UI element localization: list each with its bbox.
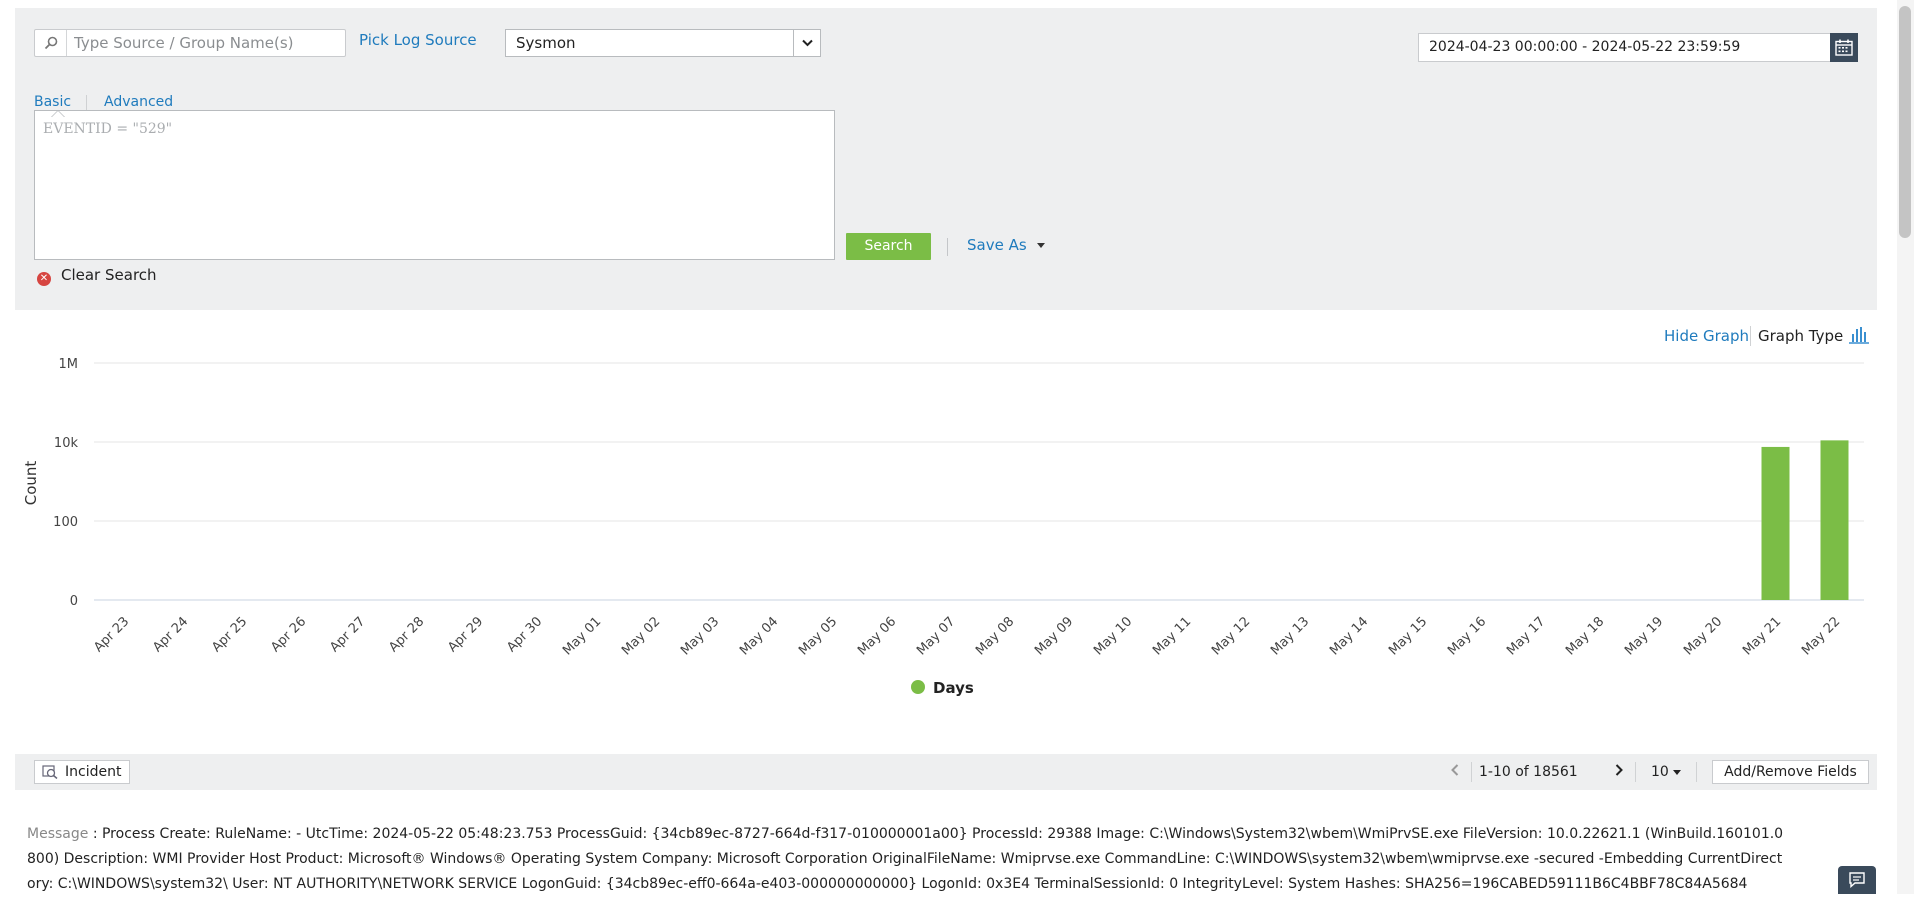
x-tick-label: May 22 xyxy=(1799,614,1843,658)
scrollbar-thumb[interactable] xyxy=(1899,6,1911,238)
x-tick-label: May 09 xyxy=(1032,614,1076,658)
bar xyxy=(1820,440,1849,600)
caret-down-icon xyxy=(1036,243,1045,248)
x-tick-label: May 08 xyxy=(973,614,1017,658)
chat-button[interactable] xyxy=(1838,866,1876,894)
message-text: : Process Create: RuleName: - UtcTime: 2… xyxy=(27,826,1784,892)
chevron-left-icon[interactable] xyxy=(1441,760,1469,784)
y-tick-label: 10k xyxy=(54,436,79,451)
source-search-box[interactable] xyxy=(34,29,346,57)
tab-divider xyxy=(86,95,87,111)
query-placeholder: EVENTID = "529" xyxy=(43,121,173,137)
divider xyxy=(947,238,948,256)
x-tick-label: May 21 xyxy=(1740,614,1784,658)
y-tick-label: 1M xyxy=(59,357,79,372)
search-panel: Pick Log Source Sysmon 2024-04-23 00:00:… xyxy=(15,8,1877,310)
legend-label: Days xyxy=(933,679,974,697)
x-tick-label: May 07 xyxy=(914,614,958,658)
x-tick-label: Apr 24 xyxy=(150,614,191,655)
source-search-input[interactable] xyxy=(72,32,340,54)
log-source-value: Sysmon xyxy=(516,34,576,52)
pick-log-source-link[interactable]: Pick Log Source xyxy=(359,31,477,49)
legend-swatch xyxy=(911,680,925,694)
save-as-label: Save As xyxy=(967,236,1027,254)
bar xyxy=(1761,446,1790,600)
pager-info: 1-10 of 18561 xyxy=(1479,764,1578,780)
y-tick-label: 0 xyxy=(70,594,78,609)
graph-type-label: Graph Type xyxy=(1758,327,1844,345)
tab-basic[interactable]: Basic xyxy=(34,94,71,110)
date-range-value: 2024-04-23 00:00:00 - 2024-05-22 23:59:5… xyxy=(1429,39,1741,55)
x-tick-label: May 10 xyxy=(1091,614,1135,658)
results-toolbar: Incident 1-10 of 18561 10 Add/Remove Fie… xyxy=(15,754,1877,790)
x-tick-label: May 19 xyxy=(1622,614,1666,658)
save-as-button[interactable]: Save As xyxy=(967,236,1045,254)
x-tick-label: May 01 xyxy=(560,614,604,658)
x-tick-label: May 20 xyxy=(1681,614,1725,658)
caret-down-icon xyxy=(1672,769,1681,775)
x-tick-label: May 17 xyxy=(1504,614,1548,658)
event-count-chart: 0 100 10k 1M Count Apr 23 Apr 24 Apr 25 Apr 26 Ap… xyxy=(22,357,1864,658)
incident-label: Incident xyxy=(65,764,122,780)
chat-icon xyxy=(1849,872,1865,888)
tab-pointer xyxy=(51,110,65,117)
divider xyxy=(1750,326,1751,346)
chevron-down-icon[interactable] xyxy=(793,30,820,56)
x-tick-label: May 02 xyxy=(619,614,663,658)
divider xyxy=(1471,762,1472,782)
y-tick-label: 100 xyxy=(53,515,78,530)
per-page-select[interactable]: 10 xyxy=(1651,764,1681,780)
x-tick-label: May 11 xyxy=(1150,614,1194,658)
chevron-right-icon[interactable] xyxy=(1605,760,1633,784)
close-icon: ✕ xyxy=(37,272,51,286)
x-tick-label: May 14 xyxy=(1327,614,1371,658)
calendar-icon[interactable] xyxy=(1830,33,1858,62)
search-button[interactable]: Search xyxy=(846,233,931,260)
x-tick-label: May 06 xyxy=(855,614,899,658)
x-tick-label: Apr 27 xyxy=(327,614,368,655)
log-message: Message : Process Create: RuleName: - Ut… xyxy=(27,822,1787,897)
x-tick-label: Apr 29 xyxy=(445,614,486,655)
log-source-select[interactable]: Sysmon xyxy=(505,29,821,57)
x-tick-label: May 13 xyxy=(1268,614,1312,658)
hide-graph-link[interactable]: Hide Graph xyxy=(1664,327,1749,345)
x-tick-label: May 16 xyxy=(1445,614,1489,658)
tab-advanced[interactable]: Advanced xyxy=(104,94,173,110)
x-tick-label: Apr 28 xyxy=(386,614,427,655)
x-tick-label: May 15 xyxy=(1386,614,1430,658)
x-tick-label: Apr 25 xyxy=(209,614,250,655)
incident-icon xyxy=(42,765,58,779)
clear-search-button[interactable]: ✕ Clear Search xyxy=(37,266,157,286)
x-tick-label: May 12 xyxy=(1209,614,1253,658)
date-range-picker[interactable]: 2024-04-23 00:00:00 - 2024-05-22 23:59:5… xyxy=(1418,33,1858,62)
x-tick-label: May 18 xyxy=(1563,614,1607,658)
y-axis-label: Count xyxy=(22,461,40,506)
clear-search-label: Clear Search xyxy=(61,266,157,284)
x-tick-label: Apr 26 xyxy=(268,614,309,655)
chart-legend[interactable]: Days xyxy=(911,679,974,697)
x-tick-label: Apr 30 xyxy=(504,614,545,655)
x-tick-label: Apr 23 xyxy=(91,614,132,655)
per-page-value: 10 xyxy=(1651,764,1669,780)
incident-button[interactable]: Incident xyxy=(34,760,130,784)
x-tick-label: May 05 xyxy=(796,614,840,658)
query-editor[interactable]: EVENTID = "529" xyxy=(34,110,835,260)
x-tick-label: May 03 xyxy=(678,614,722,658)
add-remove-fields-button[interactable]: Add/Remove Fields xyxy=(1712,760,1869,784)
x-tick-label: May 04 xyxy=(737,614,781,658)
message-label: Message xyxy=(27,826,89,842)
divider xyxy=(1696,762,1697,782)
search-icon xyxy=(35,30,67,56)
divider xyxy=(1635,762,1636,782)
